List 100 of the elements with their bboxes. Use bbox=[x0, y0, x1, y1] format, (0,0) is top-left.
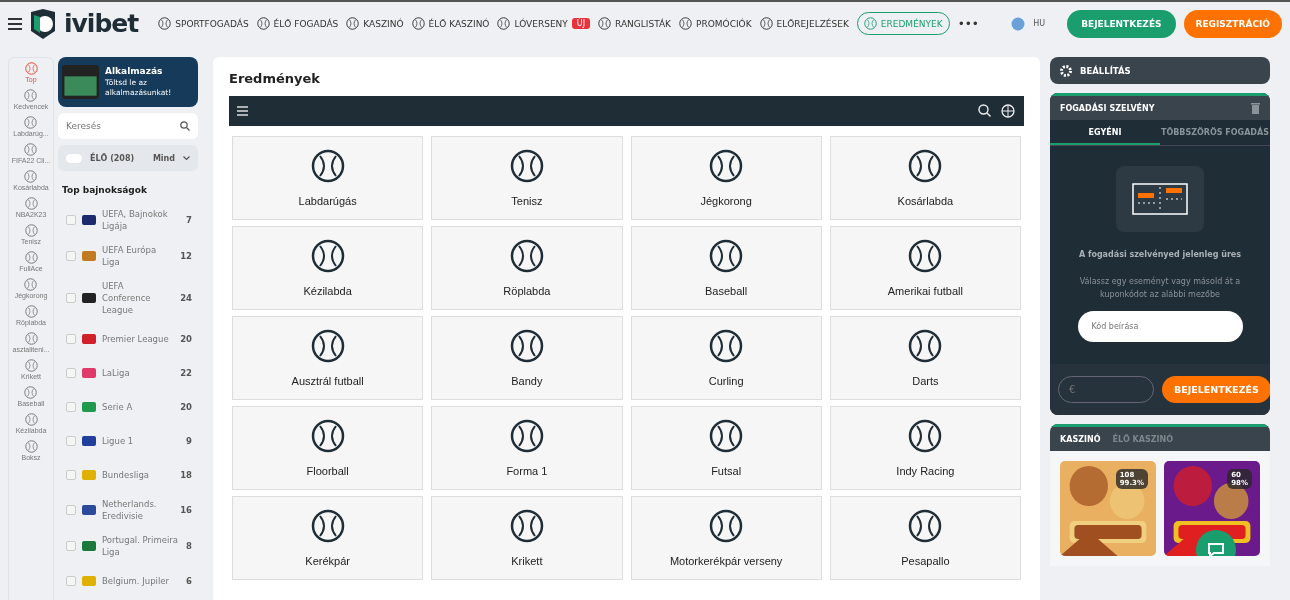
league-name[interactable]: UEFA Európa Liga bbox=[102, 244, 175, 268]
live-toggle[interactable] bbox=[66, 153, 82, 163]
league-count: 22 bbox=[180, 368, 192, 378]
new-badge: ÚJ bbox=[571, 18, 591, 29]
league-count: 9 bbox=[186, 436, 192, 446]
league-checkbox[interactable] bbox=[66, 436, 76, 446]
league-count: 7 bbox=[186, 215, 192, 225]
league-count: 8 bbox=[186, 541, 192, 551]
league-count: 18 bbox=[180, 470, 192, 480]
ball-icon bbox=[310, 419, 345, 453]
nav-link[interactable]: ÉLŐ KASZINÓ bbox=[411, 17, 490, 30]
nav-link[interactable]: LÓVERSENY ÚJ bbox=[497, 17, 591, 30]
sport-tile[interactable]: Krikett bbox=[431, 496, 623, 580]
sport-tile[interactable]: Futsal bbox=[630, 406, 822, 490]
sport-tile[interactable]: Kosárlabda bbox=[829, 136, 1021, 220]
ball-icon bbox=[24, 413, 38, 426]
league-checkbox[interactable] bbox=[66, 215, 76, 225]
trash-icon[interactable] bbox=[1251, 102, 1260, 114]
league-count: 24 bbox=[180, 293, 192, 303]
chevron-down-icon[interactable] bbox=[183, 155, 190, 161]
search-icon[interactable] bbox=[978, 103, 991, 117]
league-checkbox[interactable] bbox=[66, 368, 76, 378]
page-title: Eredmények bbox=[229, 71, 321, 86]
ball-icon bbox=[709, 239, 744, 273]
sport-tile[interactable]: Kézilabda bbox=[232, 226, 424, 310]
ball-icon bbox=[598, 17, 612, 30]
sport-tile[interactable]: Röplabda bbox=[431, 226, 623, 310]
nav-link[interactable]: ÉLŐ FOGADÁS bbox=[256, 17, 339, 30]
league-name[interactable]: UEFA Conference League bbox=[102, 280, 175, 316]
league-name[interactable]: Serie A bbox=[102, 401, 175, 413]
betslip-tab[interactable]: TÖBBSZÖRÖS FOGADÁS bbox=[1160, 120, 1270, 145]
nav-link[interactable]: PROMÓCIÓK bbox=[679, 17, 752, 30]
ball-icon bbox=[256, 17, 270, 30]
chat-icon bbox=[1207, 542, 1225, 556]
ball-icon bbox=[24, 440, 38, 453]
league-count: 20 bbox=[180, 402, 192, 412]
ball-icon bbox=[24, 143, 38, 156]
league-checkbox[interactable] bbox=[66, 402, 76, 412]
league-checkbox[interactable] bbox=[66, 293, 76, 303]
ball-icon bbox=[908, 329, 943, 363]
sport-tile[interactable]: Labdarúgás bbox=[232, 136, 424, 220]
section-title: Top bajnokságok bbox=[61, 184, 148, 197]
casino-tab[interactable]: KASZINÓ bbox=[1060, 434, 1101, 444]
ball-icon bbox=[24, 224, 38, 237]
sport-tile[interactable]: Kerékpár bbox=[232, 496, 424, 580]
ball-icon bbox=[709, 419, 744, 453]
code-input[interactable]: Kód beírása bbox=[1077, 311, 1243, 342]
league-name[interactable]: Premier League bbox=[102, 333, 175, 345]
sport-tile[interactable]: Amerikai futball bbox=[829, 226, 1021, 310]
ball-icon bbox=[509, 239, 544, 273]
sport-tile[interactable]: Floorball bbox=[232, 406, 424, 490]
league-name[interactable]: LaLiga bbox=[102, 367, 175, 379]
search-field[interactable]: Keresés bbox=[58, 113, 198, 139]
menu-icon[interactable] bbox=[8, 17, 22, 30]
ball-icon bbox=[24, 197, 38, 210]
sport-tile[interactable]: Curling bbox=[630, 316, 822, 400]
league-checkbox[interactable] bbox=[66, 541, 76, 551]
sport-tile[interactable]: Baseball bbox=[630, 226, 822, 310]
stake-input[interactable]: € bbox=[1058, 376, 1154, 403]
ball-icon bbox=[908, 509, 943, 543]
logo-text[interactable]: ivibet bbox=[64, 9, 139, 38]
league-name[interactable]: Belgium. Jupiler bbox=[102, 575, 181, 587]
league-checkbox[interactable] bbox=[66, 505, 76, 515]
league-name[interactable]: Ligue 1 bbox=[102, 435, 181, 447]
betslip-tab[interactable]: EGYÉNI bbox=[1050, 120, 1160, 145]
nav-link[interactable]: KASZINÓ bbox=[346, 17, 404, 30]
sport-tile[interactable]: Pesapallo bbox=[829, 496, 1021, 580]
league-name[interactable]: UEFA, Bajnokok Ligája bbox=[102, 208, 181, 232]
sport-tile[interactable]: Indy Racing bbox=[829, 406, 1021, 490]
ball-icon bbox=[863, 17, 877, 30]
filter-dropdown[interactable]: Mind bbox=[152, 153, 175, 163]
sport-tile[interactable]: Motorkerékpár verseny bbox=[630, 496, 822, 580]
settings-icon bbox=[1060, 64, 1072, 77]
sport-tile[interactable]: Tenisz bbox=[431, 136, 623, 220]
sport-tile[interactable]: Ausztrál futball bbox=[232, 316, 424, 400]
sport-tile[interactable]: Forma 1 bbox=[431, 406, 623, 490]
ball-icon bbox=[24, 332, 38, 345]
shield-logo-icon bbox=[30, 8, 56, 39]
league-name[interactable]: Bundesliga bbox=[102, 469, 175, 481]
sport-tile[interactable]: Darts bbox=[829, 316, 1021, 400]
league-checkbox[interactable] bbox=[66, 576, 76, 586]
banner-title: Alkalmazás bbox=[105, 66, 164, 76]
league-checkbox[interactable] bbox=[66, 470, 76, 480]
sport-tile[interactable]: Bandy bbox=[431, 316, 623, 400]
more-button[interactable]: ••• bbox=[957, 16, 979, 31]
league-checkbox[interactable] bbox=[66, 251, 76, 261]
language-label[interactable]: HU bbox=[1033, 19, 1046, 28]
settings-bar[interactable]: BEÁLLÍTÁS bbox=[1050, 57, 1270, 84]
ball-icon bbox=[24, 89, 38, 102]
nav-link[interactable]: ELŐREJELZÉSEK bbox=[759, 17, 849, 30]
nav-link[interactable]: RANGLISTÁK bbox=[598, 17, 672, 30]
nav-link[interactable]: SPORTFOGADÁS bbox=[158, 17, 249, 30]
sport-tile[interactable]: Jégkorong bbox=[630, 136, 822, 220]
league-name[interactable]: Portugal. Primeira Liga bbox=[102, 534, 181, 558]
ball-icon bbox=[709, 329, 744, 363]
league-name[interactable]: Netherlands. Eredivisie bbox=[102, 498, 175, 522]
ball-icon bbox=[509, 509, 544, 543]
ticket-icon bbox=[1116, 166, 1204, 232]
league-checkbox[interactable] bbox=[66, 334, 76, 344]
ball-icon bbox=[709, 509, 744, 543]
